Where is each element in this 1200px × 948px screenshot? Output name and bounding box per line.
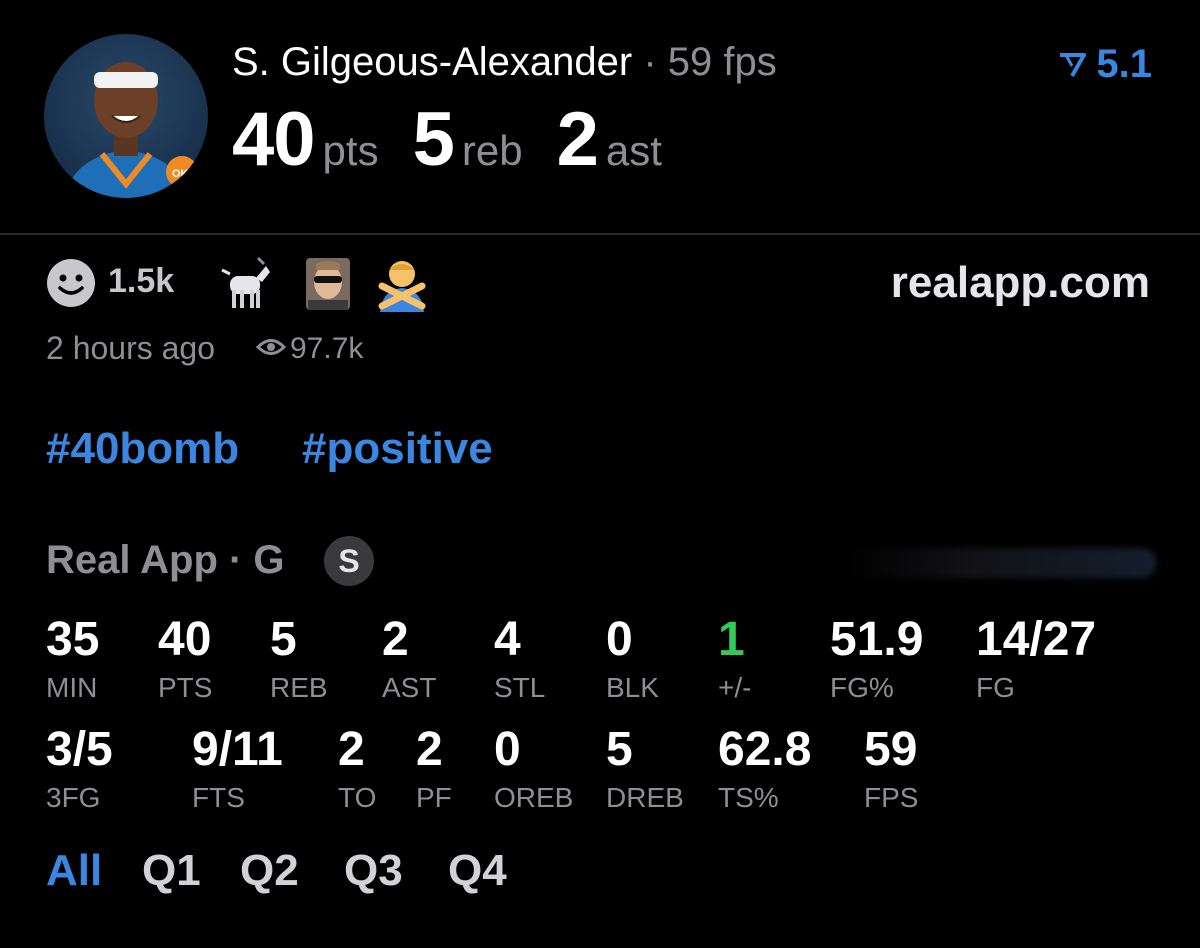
stat-reb-value: 5 (270, 613, 297, 666)
stat-fps-value: 59 (864, 723, 918, 776)
rebounds-unit: reb (461, 127, 523, 174)
stat-reb-label: REB (270, 672, 328, 703)
goat-reaction[interactable] (216, 256, 274, 317)
stat-fts-value: 9/11 (192, 723, 283, 776)
reaction-count[interactable]: 1.5k (108, 262, 174, 301)
crossed-arms-icon (378, 261, 426, 312)
stat-pf-value: 2 (416, 723, 443, 776)
stat-plusminus-label: +/- (718, 672, 752, 703)
stat-fgpct-value: 51.9 (830, 613, 924, 666)
time-ago: 2 hours ago (46, 330, 216, 366)
tab-all[interactable]: All (46, 846, 102, 896)
stat-3fg-value: 3/5 (46, 723, 113, 776)
stat-fg-value: 14/27 (976, 613, 1097, 666)
sunglasses-player-icon (306, 258, 350, 310)
stat-fg-label: FG (976, 672, 1015, 703)
stat-min-value: 35 (46, 613, 100, 666)
headline-stats: 40 pts 5 reb 2 ast (232, 96, 696, 183)
assists-value: 2 (556, 97, 599, 182)
stat-3fg-label: 3FG (46, 782, 101, 813)
stat-to-value: 2 (338, 723, 365, 776)
stat-to-label: TO (338, 782, 377, 813)
tab-q4[interactable]: Q4 (448, 846, 507, 896)
svg-text:OKC: OKC (172, 168, 197, 180)
site-link[interactable]: realapp.com (891, 258, 1150, 308)
player-photo-icon: OKC (64, 62, 198, 198)
fps-text: 59 fps (667, 40, 777, 84)
rating-button[interactable]: 5.1 (1058, 42, 1152, 87)
stat-stl-label: STL (494, 672, 546, 703)
stat-oreb-label: OREB (494, 782, 574, 813)
name-separator: · (643, 40, 657, 84)
player-name-line: S. Gilgeous-Alexander · 59 fps (232, 40, 777, 85)
stat-fgpct-label: FG% (830, 672, 894, 703)
no-reaction[interactable] (372, 256, 432, 317)
stat-ts-value: 62.8 (718, 723, 812, 776)
stat-pts-label: PTS (158, 672, 213, 703)
source-label: Real App · G (46, 538, 285, 582)
stat-min-label: MIN (46, 672, 98, 703)
stat-dreb-value: 5 (606, 723, 633, 776)
stat-blk-label: BLK (606, 672, 659, 703)
stat-fts-label: FTS (192, 782, 245, 813)
stat-blk-value: 0 (606, 613, 633, 666)
goat-icon (221, 256, 270, 308)
smiley-icon (47, 259, 95, 307)
assists-unit: ast (605, 127, 662, 174)
stat-oreb-value: 0 (494, 723, 521, 776)
stat-pf-label: PF (416, 782, 452, 813)
stat-stl-value: 4 (494, 613, 521, 666)
stat-plusminus-value: 1 (718, 613, 745, 666)
stat-ts-label: TS% (718, 782, 779, 813)
stat-ast-value: 2 (382, 613, 409, 666)
player-name[interactable]: S. Gilgeous-Alexander (232, 40, 632, 84)
points-value: 40 (232, 97, 316, 182)
player-avatar[interactable]: OKC (44, 34, 208, 198)
view-count: 97.7k (290, 332, 364, 365)
position-badge: S (324, 536, 374, 586)
stat-dreb-label: DREB (606, 782, 684, 813)
rebounds-value: 5 (412, 97, 455, 182)
tab-q3[interactable]: Q3 (344, 846, 403, 896)
real-logo-icon (1060, 52, 1087, 77)
stat-ast-label: AST (382, 672, 437, 703)
blurred-content (846, 548, 1156, 578)
add-reaction-button[interactable] (46, 258, 96, 313)
eye-icon (255, 336, 287, 363)
hashtag-40bomb[interactable]: #40bomb (46, 424, 239, 474)
hashtag-positive[interactable]: #positive (302, 424, 493, 474)
stat-fps-label: FPS (864, 782, 919, 813)
tab-q1[interactable]: Q1 (142, 846, 201, 896)
stat-pts-value: 40 (158, 613, 212, 666)
tab-q2[interactable]: Q2 (240, 846, 299, 896)
rating-value: 5.1 (1096, 42, 1152, 86)
player-reaction[interactable] (302, 256, 354, 317)
points-unit: pts (322, 127, 379, 174)
divider (0, 233, 1200, 235)
